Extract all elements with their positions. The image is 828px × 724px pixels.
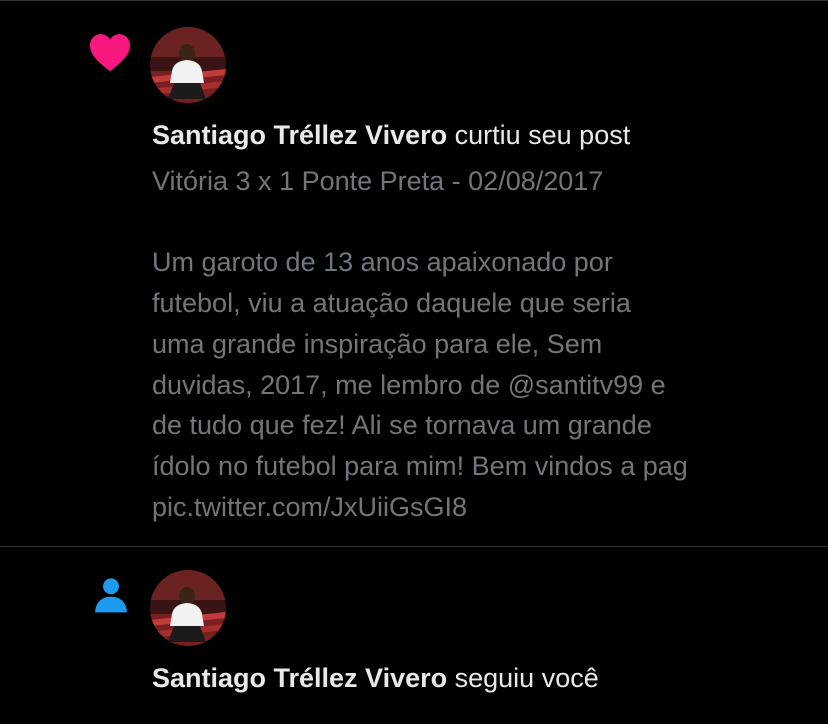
actor-name[interactable]: Santiago Tréllez Vivero <box>152 120 447 150</box>
post-link[interactable]: pic.twitter.com/JxUiiGsGI8 <box>152 487 812 528</box>
actor-name[interactable]: Santiago Tréllez Vivero <box>152 663 447 693</box>
post-line: de tudo que fez! Ali se tornava um grand… <box>152 410 652 441</box>
post-line: futebol, viu a atuação daquele que seria <box>152 288 631 319</box>
post-line: uma grande inspiração para ele, Sem <box>152 328 603 359</box>
post-line: Vitória 3 x 1 Ponte Preta - 02/08/2017 <box>152 166 604 196</box>
post-line: duvidas, 2017, me lembro de @santitv99 e <box>152 369 666 400</box>
post-line: ídolo no futebol para mim! Bem vindos a … <box>152 450 688 481</box>
notifications-timeline: Santiago Tréllez Vivero curtiu seu post … <box>0 0 828 724</box>
liked-post-text[interactable]: Vitória 3 x 1 Ponte Preta - 02/08/2017 U… <box>152 161 812 527</box>
avatar[interactable] <box>150 570 226 646</box>
person-icon <box>95 578 127 613</box>
notification-header: Santiago Tréllez Vivero seguiu você <box>152 660 599 696</box>
action-text: curtiu seu post <box>447 120 631 150</box>
notification-header: Santiago Tréllez Vivero curtiu seu post <box>152 117 630 153</box>
top-divider <box>0 0 828 1</box>
action-text: seguiu você <box>447 663 599 693</box>
avatar[interactable] <box>150 27 226 103</box>
post-line: Um garoto de 13 anos apaixonado por <box>152 247 613 278</box>
notification-divider <box>0 546 828 547</box>
heart-icon <box>90 34 130 72</box>
